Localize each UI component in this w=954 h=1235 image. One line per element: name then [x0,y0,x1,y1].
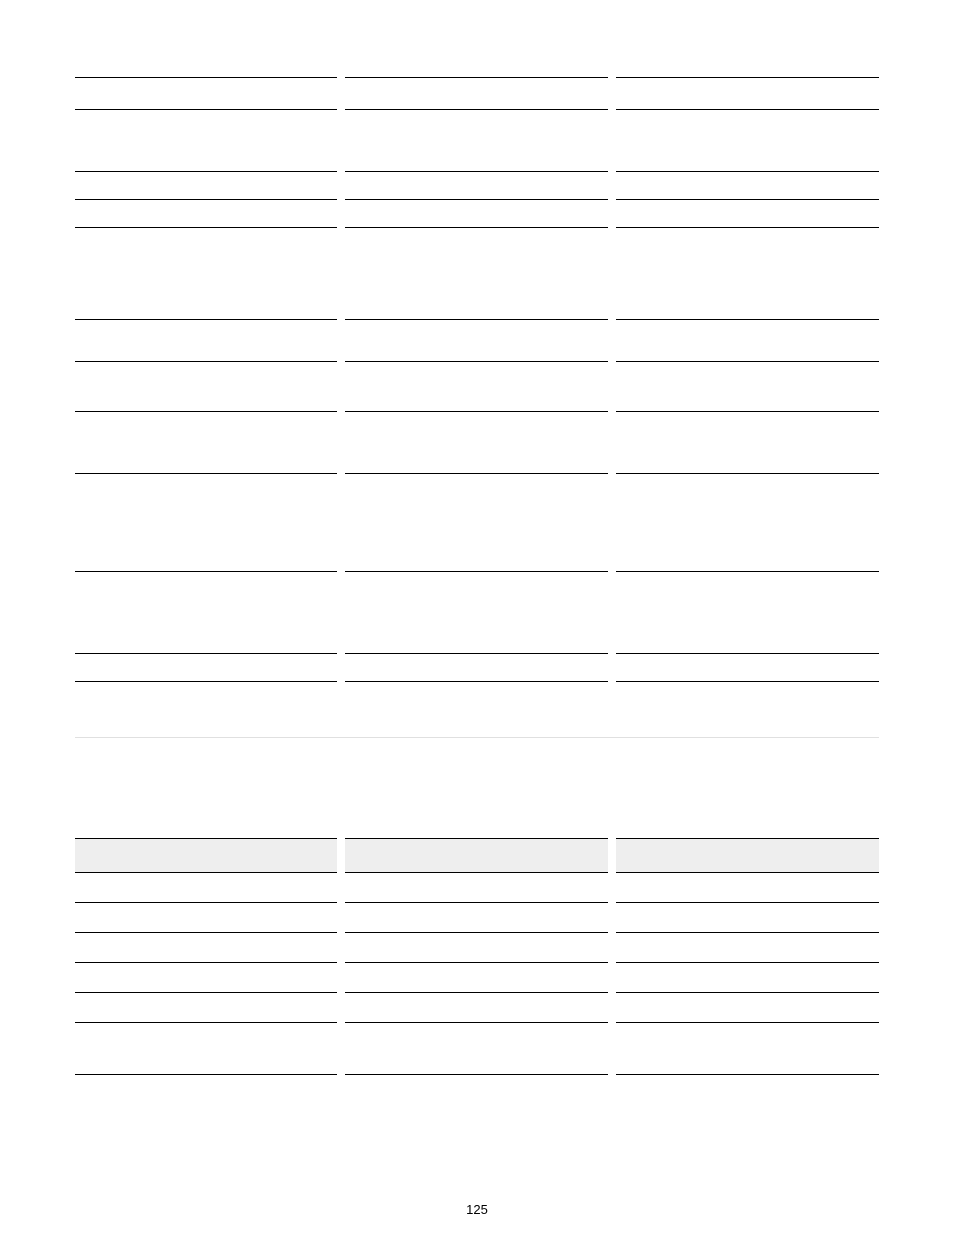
table-cell [75,571,337,653]
table-row [75,319,879,361]
table-2-header-cell [75,838,337,872]
table-cell [616,35,879,77]
table-cell [75,361,337,411]
table-cell [345,77,607,109]
table-cell [616,932,879,962]
table-cell [75,653,337,681]
table-cell [345,319,607,361]
table-cell [75,872,337,902]
table-cell [345,1074,607,1110]
table-cell [75,411,337,473]
table-cell [345,35,607,77]
table-cell [616,571,879,653]
table-cell [345,227,607,319]
table-cell [75,319,337,361]
table-row [75,1022,879,1074]
table-cell [75,77,337,109]
table-cell [345,199,607,227]
table-cell [616,992,879,1022]
table-cell [616,199,879,227]
table-cell [75,932,337,962]
table-cell [616,171,879,199]
page-number: 125 [0,1202,954,1217]
table-cell [75,35,337,77]
section-divider [75,737,879,738]
table-row [75,872,879,902]
table-row [75,902,879,932]
table-cell [345,872,607,902]
table-row [75,411,879,473]
table-cell [616,872,879,902]
table-cell [616,319,879,361]
table-cell [345,902,607,932]
table-cell [75,902,337,932]
table-1 [75,35,879,682]
table-row [75,571,879,653]
table-cell [75,473,337,571]
table-2-header-cell [616,838,879,872]
table-cell [345,1022,607,1074]
table-cell [345,992,607,1022]
table-cell [345,932,607,962]
table-2 [75,838,879,1111]
table-row [75,109,879,171]
table-cell [75,1022,337,1074]
table-row [75,361,879,411]
table-cell [616,109,879,171]
table-cell [616,227,879,319]
table-cell [345,571,607,653]
table-cell [345,361,607,411]
table-cell [75,1074,337,1110]
table-cell [345,411,607,473]
table-cell [75,171,337,199]
table-cell [616,962,879,992]
table-cell [616,902,879,932]
table-cell [345,962,607,992]
table-row [75,1074,879,1110]
table-2-header-cell [345,838,607,872]
table-cell [75,227,337,319]
table-cell [345,473,607,571]
table-cell [345,109,607,171]
table-cell [616,361,879,411]
table-2-header-row [75,838,879,872]
table-cell [616,653,879,681]
table-row [75,932,879,962]
table-row [75,171,879,199]
table-row [75,199,879,227]
table-row [75,653,879,681]
table-row [75,227,879,319]
table-cell [616,473,879,571]
table-row [75,962,879,992]
table-row [75,473,879,571]
table-cell [616,1022,879,1074]
table-row [75,35,879,77]
table-cell [616,77,879,109]
table-cell [75,109,337,171]
table-cell [75,992,337,1022]
table-row [75,77,879,109]
table-cell [616,1074,879,1110]
table-cell [616,411,879,473]
table-row [75,992,879,1022]
table-cell [75,199,337,227]
table-cell [75,962,337,992]
table-cell [345,653,607,681]
table-cell [345,171,607,199]
